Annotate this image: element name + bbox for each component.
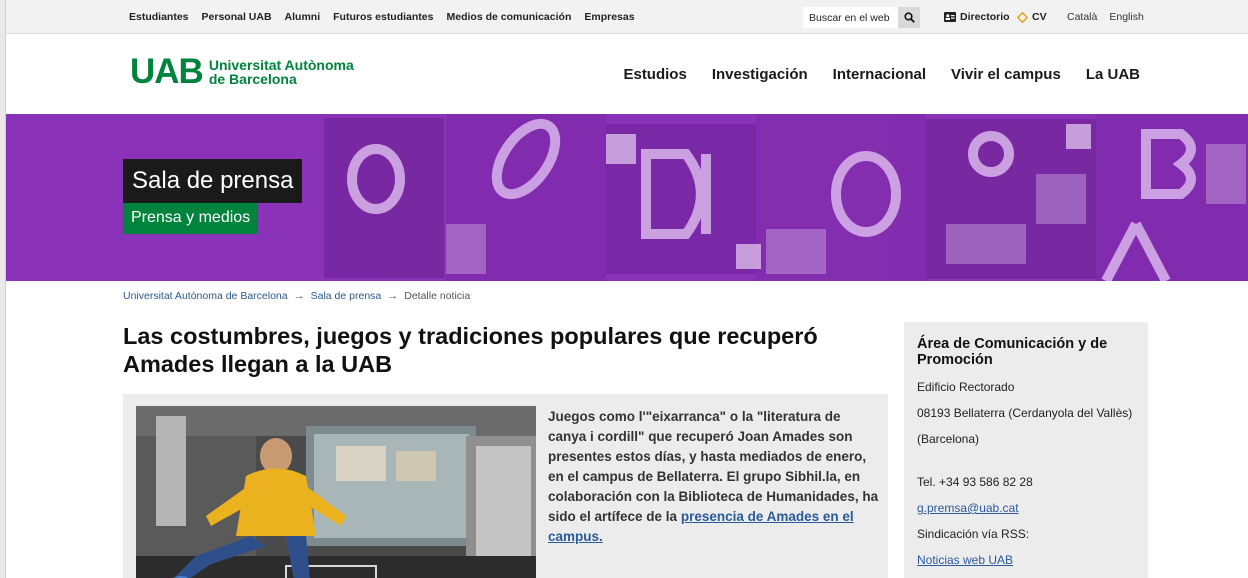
article-lead-text: Juegos como l'"eixarranca" o la "literat… xyxy=(548,409,879,524)
hero-banner: Sala de prensa Prensa y medios xyxy=(6,114,1248,281)
nav-investigacion[interactable]: Investigación xyxy=(712,66,808,83)
language-english[interactable]: English xyxy=(1109,11,1143,23)
search-icon xyxy=(903,12,915,23)
contact-sidebar: Área de Comunicación y de Promoción Edif… xyxy=(904,322,1148,578)
sidebar-email-link[interactable]: g.premsa@uab.cat xyxy=(917,499,1135,517)
sidebar-title: Área de Comunicación y de Promoción xyxy=(917,336,1108,368)
article-lead-box: Juegos como l'"eixarranca" o la "literat… xyxy=(123,394,888,578)
banner-title: Sala de prensa xyxy=(123,159,303,203)
uab-logo[interactable]: UAB Universitat Autònoma de Barcelona xyxy=(130,52,354,91)
sidebar-address-1: Edificio Rectorado xyxy=(917,380,1015,394)
page: Estudiantes Personal UAB Alumni Futuros … xyxy=(0,0,1248,578)
sidebar-phone: Tel. +34 93 586 82 28 xyxy=(917,475,1033,489)
search-input[interactable] xyxy=(803,7,898,28)
utility-bar: Estudiantes Personal UAB Alumni Futuros … xyxy=(6,0,1248,34)
cv-link[interactable]: CV xyxy=(1017,0,1047,34)
utility-link-empresas[interactable]: Empresas xyxy=(584,11,634,23)
language-switcher: Català English xyxy=(1067,0,1144,34)
directory-link[interactable]: Directorio xyxy=(944,0,1010,34)
utility-link-futuros[interactable]: Futuros estudiantes xyxy=(333,11,433,23)
diamond-icon xyxy=(1017,11,1028,23)
logo-mark: UAB xyxy=(130,52,204,91)
utility-link-alumni[interactable]: Alumni xyxy=(285,11,321,23)
sidebar-address-2: 08193 Bellaterra (Cerdanyola del Vallès) xyxy=(917,406,1133,420)
breadcrumb-arrow: → xyxy=(293,290,305,302)
nav-estudios[interactable]: Estudios xyxy=(623,66,686,83)
sidebar-address-3: (Barcelona) xyxy=(917,432,980,446)
logo-text: Universitat Autònoma de Barcelona xyxy=(209,58,354,86)
article-lead: Juegos como l'"eixarranca" o la "literat… xyxy=(548,407,881,547)
sidebar-rss-link[interactable]: Noticias web UAB xyxy=(917,551,1135,569)
breadcrumb: Universitat Autònoma de Barcelona → Sala… xyxy=(123,290,470,302)
utility-link-medios[interactable]: Medios de comunicación xyxy=(447,11,572,23)
id-card-icon xyxy=(944,12,956,22)
utility-link-personal[interactable]: Personal UAB xyxy=(202,11,272,23)
photo-image xyxy=(136,406,536,578)
breadcrumb-arrow: → xyxy=(387,290,399,302)
utility-links: Estudiantes Personal UAB Alumni Futuros … xyxy=(129,0,635,34)
logo-line-1: Universitat Autònoma xyxy=(208,57,354,73)
search-button[interactable] xyxy=(898,7,920,28)
main-nav: Estudios Investigación Internacional Viv… xyxy=(623,35,1140,114)
nav-la-uab[interactable]: La UAB xyxy=(1086,66,1140,83)
article-title: Las costumbres, juegos y tradiciones pop… xyxy=(123,323,818,377)
logo-line-2: de Barcelona xyxy=(208,71,297,87)
sidebar-rss-label: Sindicación vía RSS: xyxy=(917,527,1030,541)
banner-subtitle[interactable]: Prensa y medios xyxy=(123,203,259,234)
cv-label: CV xyxy=(1032,11,1047,23)
site-header: UAB Universitat Autònoma de Barcelona Es… xyxy=(6,35,1248,114)
breadcrumb-current: Detalle noticia xyxy=(404,290,471,302)
utility-link-estudiantes[interactable]: Estudiantes xyxy=(129,11,189,23)
language-catala[interactable]: Català xyxy=(1067,11,1097,23)
nav-vivir-campus[interactable]: Vivir el campus xyxy=(951,66,1061,83)
search-box xyxy=(803,7,920,28)
breadcrumb-sala-prensa[interactable]: Sala de prensa xyxy=(311,290,382,302)
nav-internacional[interactable]: Internacional xyxy=(833,66,926,83)
directory-label: Directorio xyxy=(960,11,1010,23)
breadcrumb-home[interactable]: Universitat Autònoma de Barcelona xyxy=(123,290,288,302)
article-photo xyxy=(136,406,536,578)
